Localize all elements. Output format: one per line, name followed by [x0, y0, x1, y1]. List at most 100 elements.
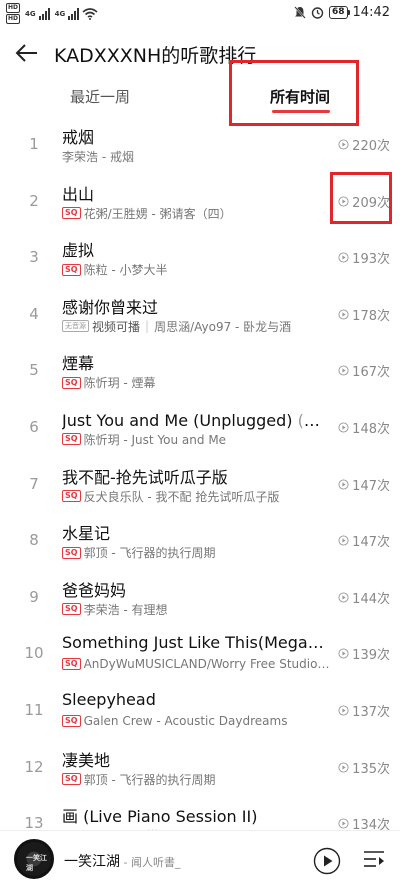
song-title: 凄美地 — [62, 747, 330, 771]
song-row[interactable]: 7 我不配-抢先试听瓜子版 SQ 反犬良乐队 - 我不配 抢先试听瓜子版 147次 — [0, 458, 400, 515]
song-subtitle: SQ AnDyWuMUSICLAND/Worry Free Studio… — [62, 657, 332, 671]
play-count: 148次 — [338, 418, 390, 437]
cover-art-text: 一笑江湖 — [26, 854, 47, 872]
tab-last-week[interactable]: 最近一周 — [70, 86, 130, 107]
back-arrow-icon[interactable] — [14, 40, 40, 66]
song-title-text: Sleepyhead — [62, 689, 156, 709]
play-count: 144次 — [338, 588, 390, 607]
highlight-box-count — [330, 172, 392, 224]
play-count-icon — [338, 761, 349, 773]
alarm-icon — [311, 7, 324, 19]
sim1-hd-badge: HD — [6, 3, 21, 13]
song-title-alt: (你… — [297, 410, 330, 430]
play-count-icon — [338, 252, 349, 263]
rank-number: 11 — [24, 700, 44, 719]
song-row[interactable]: 12 凄美地 SQ 郭顶 - 飞行器的执行周期 135次 — [0, 741, 400, 798]
song-title: 出山 — [62, 181, 330, 205]
sq-quality-badge: SQ — [62, 376, 81, 389]
play-count-icon — [338, 365, 349, 376]
play-count: 167次 — [338, 361, 390, 380]
song-title: 我不配-抢先试听瓜子版 — [62, 464, 330, 488]
playlist-icon[interactable] — [362, 848, 386, 872]
play-icon[interactable] — [313, 847, 341, 875]
song-title-text: Just You and Me (Unplugged) — [62, 410, 293, 430]
song-title: 戒烟 — [62, 124, 330, 148]
song-subtitle: SQ 花粥/王胜娚 - 粥请客（四） — [62, 205, 332, 222]
song-title-text: 爸爸妈妈 — [62, 580, 127, 600]
sim2-hd-badge: HD — [6, 14, 21, 24]
song-subtitle: SQ 陈忻玥 - 煙幕 — [62, 374, 332, 391]
play-count-icon — [338, 705, 349, 716]
play-count-text: 135次 — [352, 761, 390, 777]
rank-number: 3 — [29, 248, 39, 267]
play-count-text: 193次 — [352, 252, 390, 268]
now-playing-info[interactable]: 一笑江湖 - 闻人听書_ — [64, 851, 180, 871]
now-playing-title: 一笑江湖 — [64, 854, 120, 870]
song-title-text: 我不配-抢先试听瓜子版 — [62, 467, 228, 487]
song-title: 爸爸妈妈 — [62, 577, 330, 601]
song-title-text: 水星记 — [62, 524, 111, 544]
status-right: 68 14:42 — [294, 5, 390, 20]
song-row[interactable]: 1 戒烟 李荣浩 - 戒烟 220次 — [0, 118, 400, 175]
song-subtitle: SQ 陈粒 - 小梦大半 — [62, 261, 332, 278]
play-count-text: 178次 — [352, 308, 390, 324]
sq-quality-badge: SQ — [62, 714, 81, 727]
song-title: 虚拟 — [62, 237, 330, 261]
play-count: 147次 — [338, 475, 390, 494]
artist-album-text: 陈忻玥 - 煙幕 — [83, 376, 156, 391]
play-count-text: 220次 — [352, 139, 390, 154]
song-subtitle: 李荣浩 - 戒烟 — [62, 148, 332, 165]
song-ranking-list: 1 戒烟 李荣浩 - 戒烟 220次 2 出山 SQ 花粥/王胜娚 - 粥请客（四） 209次 3… — [0, 118, 400, 854]
song-row[interactable]: 11 Sleepyhead SQ Galen Crew - Acoustic Dayd… — [0, 684, 400, 741]
song-row[interactable]: 9 爸爸妈妈 SQ 李荣浩 - 有理想 144次 — [0, 571, 400, 628]
rank-number: 4 — [29, 304, 39, 323]
song-subtitle: 无音源 视频可播 | 周思涵/Ayo97 - 卧龙与酒 — [62, 318, 332, 335]
song-row[interactable]: 3 虚拟 SQ 陈粒 - 小梦大半 193次 — [0, 231, 400, 288]
artist-album-text: 郭顶 - 飞行器的执行周期 — [83, 546, 216, 561]
status-left: HD HD 4G 4G — [6, 3, 98, 24]
play-count-icon — [338, 818, 349, 829]
artist-album-text: 反犬良乐队 - 我不配 抢先试听瓜子版 — [83, 489, 280, 504]
play-count-text: 148次 — [352, 421, 390, 437]
sq-quality-badge: SQ — [62, 773, 81, 786]
signal-icon-2 — [68, 7, 80, 20]
song-title: 水星记 — [62, 520, 330, 544]
song-title: Just You and Me (Unplugged) (你… — [62, 407, 330, 431]
sq-quality-badge: SQ — [62, 603, 81, 616]
play-count: 139次 — [338, 644, 390, 663]
play-count-icon — [338, 422, 349, 433]
song-row[interactable]: 5 煙幕 SQ 陈忻玥 - 煙幕 167次 — [0, 344, 400, 401]
wifi-icon — [82, 7, 98, 20]
song-row[interactable]: 8 水星记 SQ 郭顶 - 飞行器的执行周期 147次 — [0, 514, 400, 571]
song-title-text: 虚拟 — [62, 241, 95, 261]
song-title: Something Just Like This(Megamix) — [62, 633, 330, 652]
song-subtitle: SQ 反犬良乐队 - 我不配 抢先试听瓜子版 — [62, 488, 332, 505]
play-count-icon — [338, 648, 349, 659]
song-title: 感谢你曾来过 — [62, 294, 330, 318]
album-cover[interactable]: 一笑江湖 — [14, 839, 54, 879]
song-row[interactable]: 10 Something Just Like This(Megamix) SQ AnD… — [0, 627, 400, 684]
rank-number: 5 — [29, 361, 39, 380]
rank-number: 6 — [29, 417, 39, 436]
battery-indicator: 68 — [329, 6, 350, 19]
artist-album-text: 花粥/王胜娚 - 粥请客（四） — [83, 206, 232, 221]
song-row[interactable]: 6Just You and Me (Unplugged) (你…SQ陈忻玥 - … — [0, 401, 400, 458]
rank-number: 7 — [29, 474, 39, 493]
artist-album-text: 李荣浩 - 有理想 — [83, 602, 168, 617]
rank-number: 8 — [29, 531, 39, 550]
play-count-text: 144次 — [352, 591, 390, 607]
artist-album-text: AnDyWuMUSICLAND/Worry Free Studio… — [83, 657, 330, 672]
video-playable-label: 视频可播 — [92, 319, 141, 334]
song-title: Sleepyhead — [62, 690, 330, 709]
mini-player[interactable]: 一笑江湖 一笑江湖 - 闻人听書_ — [0, 830, 400, 888]
play-count: 178次 — [338, 305, 390, 324]
play-count: 193次 — [338, 248, 390, 267]
sq-quality-badge: SQ — [62, 263, 81, 276]
no-source-badge: 无音源 — [62, 320, 89, 333]
song-row[interactable]: 4 感谢你曾来过 无音源 视频可播 | 周思涵/Ayo97 - 卧龙与酒 178次 — [0, 288, 400, 345]
song-title-text: 凄美地 — [62, 750, 111, 770]
play-count-icon — [338, 479, 349, 490]
signal-icon — [38, 7, 50, 20]
artist-album-text: 李荣浩 - 戒烟 — [62, 150, 134, 164]
play-count-icon — [338, 309, 349, 320]
